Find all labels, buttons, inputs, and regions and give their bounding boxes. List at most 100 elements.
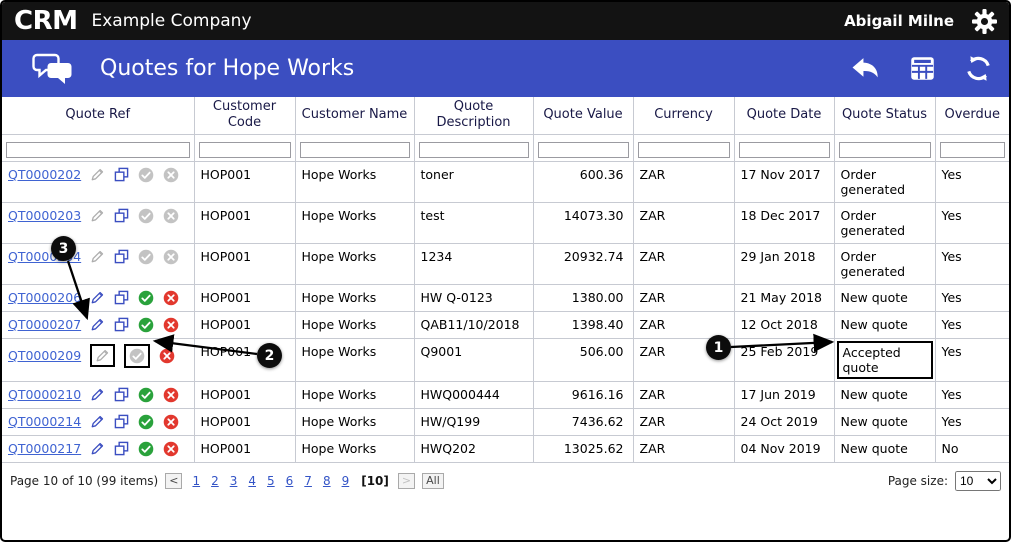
refresh-button[interactable] [964, 54, 993, 83]
back-button[interactable] [849, 55, 881, 82]
accept-icon[interactable] [138, 387, 154, 403]
edit-icon[interactable] [90, 387, 105, 402]
quote-ref-link[interactable]: QT0000217 [8, 441, 81, 456]
cell-overdue: No [934, 434, 1009, 463]
copy-icon[interactable] [114, 290, 129, 305]
all-pages-button[interactable]: All [422, 472, 444, 489]
filter-input[interactable] [939, 141, 1005, 158]
reject-icon[interactable] [163, 414, 179, 430]
accept-icon[interactable] [124, 343, 151, 368]
reject-icon[interactable] [163, 249, 179, 265]
edit-icon[interactable] [90, 208, 105, 223]
edit-icon[interactable] [90, 249, 105, 264]
edit-icon[interactable] [90, 290, 105, 305]
page-link[interactable]: 9 [342, 474, 350, 488]
cell-value: 14073.30 [532, 201, 634, 244]
quote-row: QT0000207 HOP001 Hope Works QAB11/10/2018 13… [2, 310, 1009, 339]
quote-row: QT0000204 HOP001 Hope Works 1234 20932.74 ZAR… [2, 242, 1009, 285]
column-header[interactable]: Quote Value [532, 97, 634, 135]
cell-overdue: Yes [934, 160, 1009, 203]
edit-icon[interactable] [90, 414, 105, 429]
copy-icon[interactable] [114, 414, 129, 429]
page-link[interactable]: 3 [230, 474, 238, 488]
cell-name: Hope Works [294, 380, 415, 409]
accept-icon[interactable] [138, 249, 154, 265]
quote-ref-link[interactable]: QT0000209 [8, 348, 81, 363]
reject-icon[interactable] [163, 387, 179, 403]
filter-input[interactable] [198, 141, 291, 158]
column-header[interactable]: Customer Name [294, 97, 415, 135]
page-link[interactable]: 5 [267, 474, 275, 488]
quote-ref-link[interactable]: QT0000206 [8, 290, 81, 305]
quote-ref-link[interactable]: QT0000203 [8, 208, 81, 223]
copy-icon[interactable] [114, 208, 129, 223]
quote-ref-link[interactable]: QT0000202 [8, 167, 81, 182]
page-link[interactable]: 4 [248, 474, 256, 488]
filter-input[interactable] [299, 141, 410, 158]
quotes-table: Quote Ref Customer Code Customer Name Quote… [2, 97, 1009, 463]
accept-icon[interactable] [138, 441, 154, 457]
cell-code: HOP001 [193, 407, 296, 436]
accept-icon[interactable] [138, 290, 154, 306]
accept-icon[interactable] [138, 317, 154, 333]
page-links: 123456789 [192, 474, 349, 488]
page-link[interactable]: 8 [323, 474, 331, 488]
reject-icon[interactable] [159, 348, 175, 364]
refresh-icon [967, 56, 990, 81]
edit-icon[interactable] [90, 167, 105, 182]
filter-input[interactable] [738, 141, 830, 158]
edit-icon[interactable] [90, 441, 105, 456]
next-page-button[interactable]: > [397, 472, 416, 489]
company-name: Example Company [91, 11, 252, 31]
column-header[interactable]: Quote Status [833, 97, 936, 135]
quote-row: QT0000209 HOP001 Hope Works Q9001 506.00 ZAR 2… [2, 337, 1009, 382]
accept-icon[interactable] [138, 167, 154, 183]
filter-input[interactable] [6, 141, 190, 158]
highlighted-status: Accepted quote [836, 340, 933, 379]
copy-icon[interactable] [114, 441, 129, 456]
cell-currency: ZAR [632, 283, 735, 312]
reject-icon[interactable] [163, 441, 179, 457]
calculator-button[interactable] [909, 55, 936, 82]
cell-status: New quote [833, 434, 936, 463]
settings-gear-icon[interactable] [972, 8, 997, 34]
edit-icon[interactable] [90, 317, 105, 332]
column-header[interactable]: Currency [632, 97, 735, 135]
column-header[interactable]: Quote Date [733, 97, 835, 135]
page-link[interactable]: 2 [211, 474, 219, 488]
reject-icon[interactable] [163, 167, 179, 183]
accept-icon[interactable] [138, 414, 154, 430]
column-header[interactable]: Quote Description [413, 97, 534, 135]
cell-overdue: Yes [934, 310, 1009, 339]
copy-icon[interactable] [114, 387, 129, 402]
cell-overdue: Yes [934, 380, 1009, 409]
cell-value: 9616.16 [532, 380, 634, 409]
page-link[interactable]: 1 [192, 474, 200, 488]
quote-ref-link[interactable]: QT0000210 [8, 387, 81, 402]
prev-page-button[interactable]: < [165, 472, 183, 489]
copy-icon[interactable] [114, 317, 129, 332]
cell-name: Hope Works [294, 434, 415, 463]
copy-icon[interactable] [114, 249, 129, 264]
column-header[interactable]: Quote Ref [2, 97, 195, 135]
cell-name: Hope Works [294, 337, 415, 382]
page-link[interactable]: 7 [304, 474, 312, 488]
filter-input[interactable] [838, 141, 931, 158]
column-header[interactable]: Overdue [934, 97, 1009, 135]
column-header[interactable]: Customer Code [193, 97, 296, 135]
copy-icon[interactable] [114, 167, 129, 182]
reject-icon[interactable] [163, 208, 179, 224]
quote-ref-link[interactable]: QT0000207 [8, 317, 81, 332]
cell-overdue: Yes [934, 283, 1009, 312]
page-link[interactable]: 6 [286, 474, 294, 488]
edit-icon[interactable] [90, 344, 116, 367]
cell-date: 21 May 2018 [733, 283, 835, 312]
reject-icon[interactable] [163, 317, 179, 333]
filter-input[interactable] [537, 141, 629, 158]
filter-input[interactable] [418, 141, 529, 158]
reject-icon[interactable] [163, 290, 179, 306]
page-size-select[interactable]: 10 [955, 470, 1001, 491]
accept-icon[interactable] [138, 208, 154, 224]
filter-input[interactable] [637, 141, 730, 158]
quote-ref-link[interactable]: QT0000214 [8, 414, 81, 429]
